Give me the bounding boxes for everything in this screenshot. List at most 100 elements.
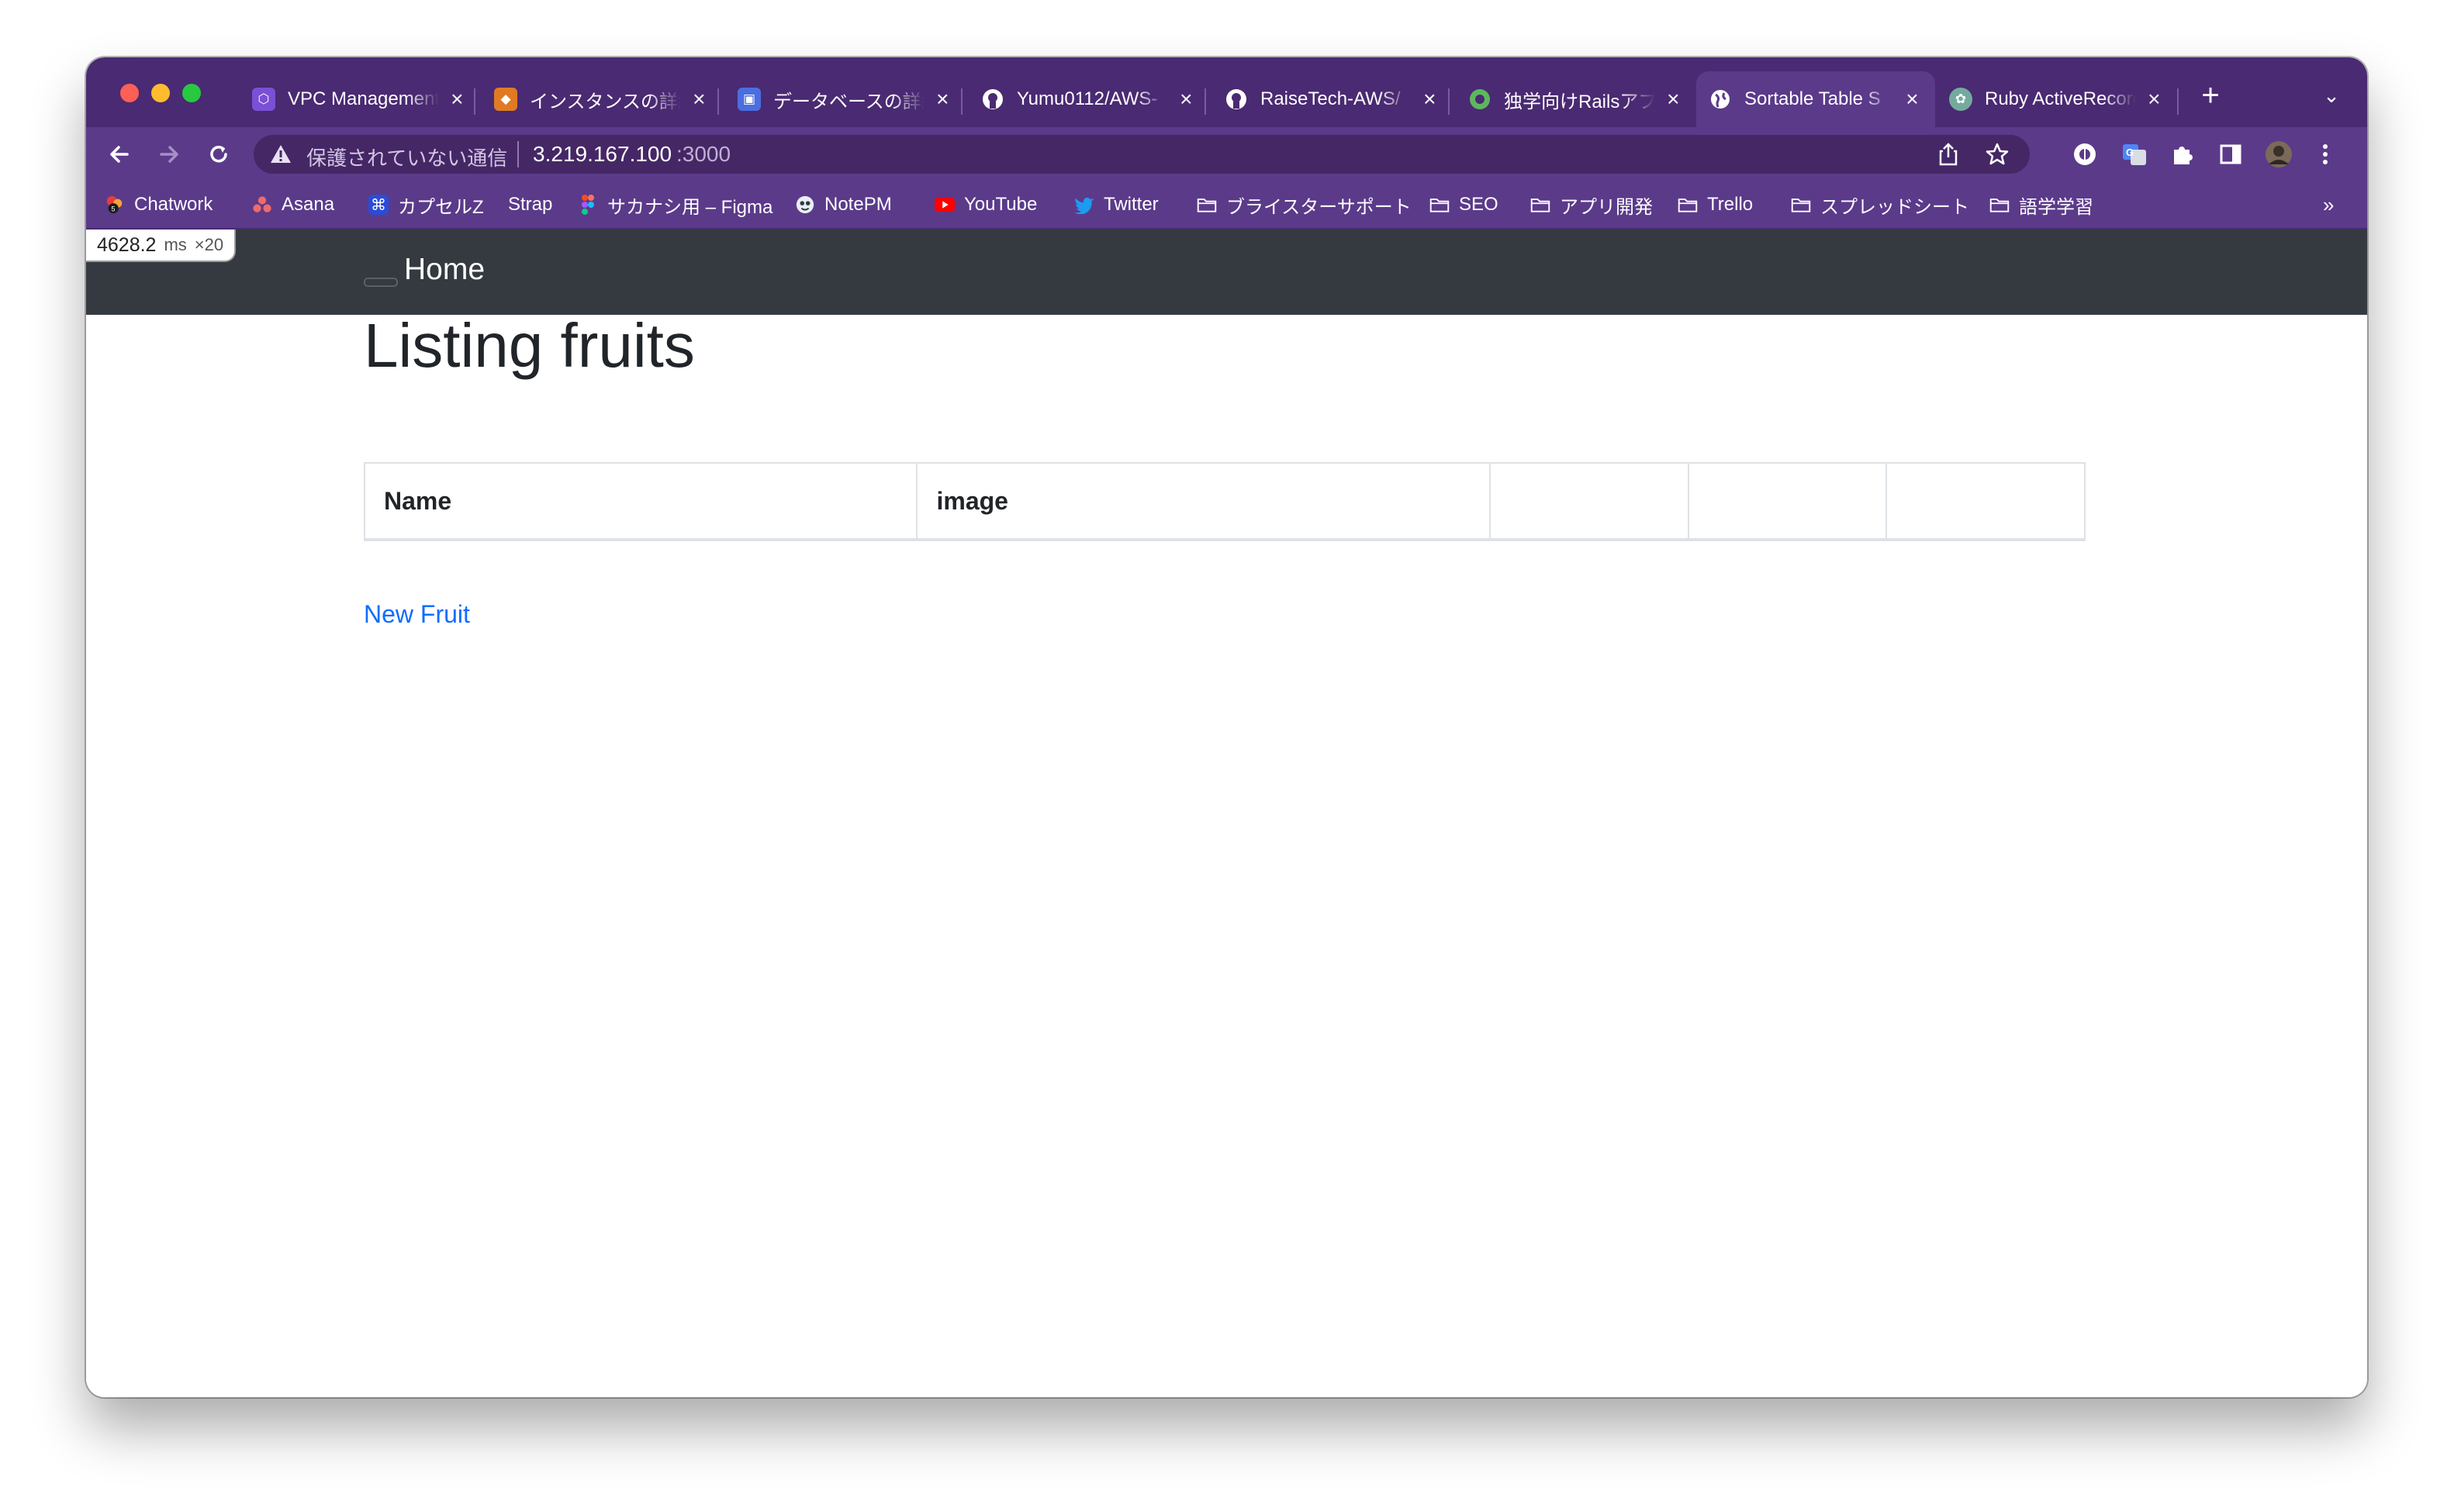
column-header-image[interactable]: image: [916, 462, 1491, 541]
new-tab-button[interactable]: +: [2193, 78, 2228, 113]
perf-multiplier: ×20: [194, 235, 224, 254]
bookmark-notepm[interactable]: NotePM: [795, 181, 892, 228]
bookmarks-bar: 5 Chatwork Asana ⌘ カプセルZ Strap サカナシ用 – F…: [86, 181, 2367, 230]
notepm-icon: [795, 195, 815, 215]
address-divider: [517, 141, 519, 167]
bookmark-twitter[interactable]: Twitter: [1074, 181, 1159, 228]
perf-unit: ms: [164, 235, 187, 254]
tab-strip: ⬡ VPC Management Console × ◆ インスタンスの詳細 ×…: [86, 57, 2367, 127]
bookmark-star-icon[interactable]: [1985, 142, 2010, 171]
tab-title: インスタンスの詳細: [530, 91, 681, 112]
url-host: 3.219.167.100: [533, 142, 672, 166]
bookmark-folder-seo[interactable]: SEO: [1429, 181, 1498, 228]
github-icon: [1225, 88, 1248, 111]
tab-title: RaiseTech-AWS/: [1260, 88, 1401, 109]
tab-title: Yumu0112/AWS-: [1017, 88, 1158, 109]
bookmarks-overflow-button[interactable]: »: [2323, 181, 2334, 228]
tab-title: 独学向けRailsアプ: [1504, 91, 1655, 112]
column-header-action: [1885, 462, 2086, 541]
page-viewport: Home 4628.2 ms ×20 Listing fruits Name i…: [86, 230, 2367, 1397]
share-icon[interactable]: [1937, 142, 1960, 171]
forward-button[interactable]: [151, 136, 187, 172]
github-icon: [981, 88, 1004, 111]
address-bar[interactable]: 保護されていない通信 3.219.167.100 :3000: [254, 135, 2030, 174]
folder-icon: [1678, 195, 1698, 215]
extension-shield-icon[interactable]: [2069, 138, 2101, 171]
close-tab-icon[interactable]: ×: [1419, 87, 1440, 112]
reload-button[interactable]: [201, 136, 237, 172]
bookmark-strap[interactable]: Strap: [508, 181, 552, 228]
performance-badge: 4628.2 ms ×20: [86, 230, 237, 262]
folder-icon: [1197, 195, 1217, 215]
back-button[interactable]: [102, 136, 137, 172]
youtube-icon: [935, 195, 955, 215]
svg-text:5: 5: [111, 205, 115, 212]
site-navbar: Home: [86, 230, 2367, 315]
close-tab-icon[interactable]: ×: [1176, 87, 1197, 112]
chatgpt-icon: ✿: [1949, 88, 1972, 111]
tab-sortable-table[interactable]: Sortable Table S ×: [1696, 71, 1935, 127]
close-tab-icon[interactable]: ×: [1902, 87, 1923, 112]
bookmark-asana[interactable]: Asana: [252, 181, 334, 228]
folder-icon: [1989, 195, 2010, 215]
folder-icon: [1530, 195, 1550, 215]
bookmark-folder-spreadsheet[interactable]: スプレッドシート: [1791, 181, 1969, 228]
tab-github-raisetech[interactable]: RaiseTech-AWS/ ×: [1212, 71, 1453, 127]
extensions-puzzle-icon[interactable]: [2166, 138, 2199, 171]
tab-rails-app[interactable]: 独学向けRailsアプ ×: [1456, 71, 1696, 127]
folder-icon: [1791, 195, 1811, 215]
side-panel-icon[interactable]: [2214, 138, 2247, 171]
aws-ec2-icon: ◆: [494, 88, 517, 111]
tab-vpc-management[interactable]: ⬡ VPC Management Console ×: [240, 71, 480, 127]
column-header-name[interactable]: Name: [363, 462, 918, 541]
warning-icon[interactable]: [269, 143, 292, 170]
bookmark-folder-trello[interactable]: Trello: [1678, 181, 1753, 228]
bookmark-folder-bryster-support[interactable]: ブライスターサポート: [1197, 181, 1412, 228]
profile-avatar[interactable]: [2262, 138, 2295, 171]
close-tab-icon[interactable]: ×: [932, 87, 953, 112]
close-window-button[interactable]: [120, 84, 139, 102]
fruits-table: Name image: [363, 462, 2086, 541]
aws-rds-icon: ▣: [738, 88, 761, 111]
close-tab-icon[interactable]: ×: [689, 87, 710, 112]
minimize-window-button[interactable]: [151, 84, 170, 102]
tab-title: データベースの詳細: [773, 91, 925, 112]
browser-toolbar: 保護されていない通信 3.219.167.100 :3000 G: [86, 127, 2367, 181]
bookmark-chatwork[interactable]: 5 Chatwork: [105, 181, 213, 228]
bookmark-folder-language[interactable]: 語学学習: [1989, 181, 2093, 228]
globe-icon: [1709, 88, 1732, 111]
tab-separator: [961, 88, 963, 115]
tab-search-chevron-icon[interactable]: ⌄: [2314, 78, 2349, 113]
twitter-icon: [1074, 195, 1094, 215]
bookmark-youtube[interactable]: YouTube: [935, 181, 1037, 228]
figma-icon: [578, 195, 598, 215]
navbar-toggler-button[interactable]: [364, 278, 398, 287]
tab-title: Sortable Table S: [1744, 88, 1881, 109]
tab-title: VPC Management Console: [288, 88, 439, 109]
tab-github-yumu[interactable]: Yumu0112/AWS- ×: [969, 71, 1209, 127]
browser-menu-icon[interactable]: [2309, 138, 2342, 171]
tab-separator: [717, 88, 719, 115]
bookmark-capsule-z[interactable]: ⌘ カプセルZ: [368, 181, 484, 228]
translate-icon[interactable]: G: [2118, 138, 2151, 171]
zoom-window-button[interactable]: [182, 84, 201, 102]
chatwork-icon: 5: [105, 195, 125, 215]
new-fruit-link[interactable]: New Fruit: [364, 600, 470, 629]
asana-icon: [252, 195, 272, 215]
bookmark-figma[interactable]: サカナシ用 – Figma: [578, 181, 772, 228]
close-tab-icon[interactable]: ×: [447, 87, 468, 112]
green-circle-icon: [1468, 88, 1491, 111]
column-header-action: [1687, 462, 1888, 541]
bookmark-folder-app-dev[interactable]: アプリ開発: [1530, 181, 1653, 228]
tab-ruby-activerecord[interactable]: ✿ Ruby ActiveRecord ×: [1937, 71, 2177, 127]
security-label: 保護されていない通信: [306, 147, 508, 170]
tab-separator: [474, 88, 475, 115]
navbar-brand-home-link[interactable]: Home: [404, 253, 485, 287]
perf-ms-value: 4628.2: [97, 233, 157, 256]
close-tab-icon[interactable]: ×: [2144, 87, 2165, 112]
tab-title: Ruby ActiveRecord: [1985, 88, 2136, 109]
tab-instance-details[interactable]: ◆ インスタンスの詳細 ×: [482, 71, 722, 127]
tab-separator: [2177, 88, 2179, 115]
close-tab-icon[interactable]: ×: [1663, 87, 1684, 112]
tab-database-details[interactable]: ▣ データベースの詳細 ×: [725, 71, 966, 127]
